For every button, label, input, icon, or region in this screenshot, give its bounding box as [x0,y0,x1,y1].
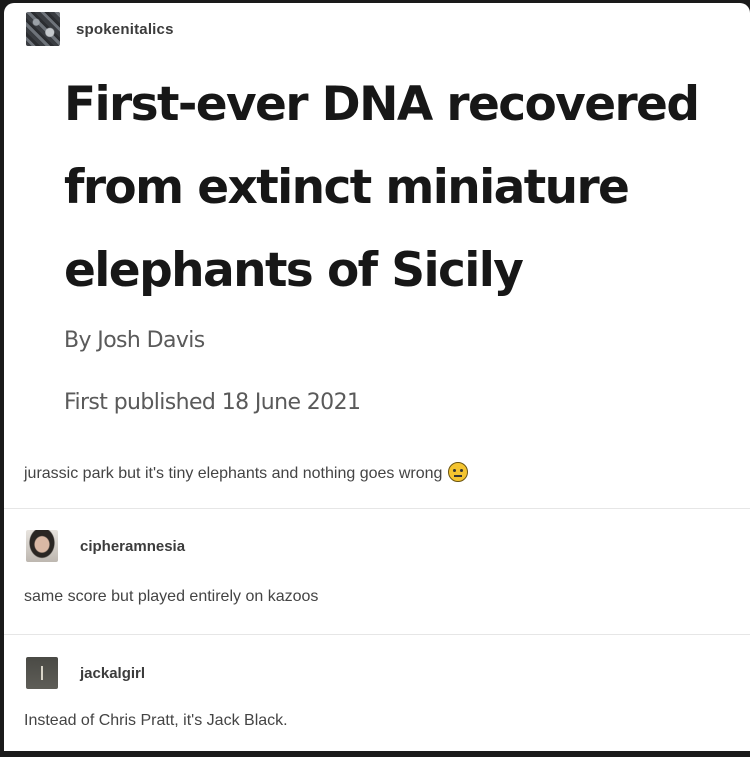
reply-text: Instead of Chris Pratt, it's Jack Black. [24,712,288,729]
divider [4,634,750,635]
article-byline: By Josh Davis [64,328,205,353]
post-caption: jurassic park but it's tiny elephants an… [24,462,469,483]
headline-line: elephants of Sicily [64,243,524,298]
reply-author-username[interactable]: cipheramnesia [80,538,185,555]
post-author-username[interactable]: spokenitalics [76,21,174,38]
reply-header: jackalgirl [26,657,145,689]
screenshot-frame: spokenitalics First-ever DNA recovered f… [0,0,750,757]
headline-line: First-ever DNA recovered [64,77,700,132]
avatar[interactable] [26,530,58,562]
avatar[interactable] [26,12,60,46]
reply-header: cipheramnesia [26,530,185,562]
avatar[interactable] [26,657,58,689]
divider [4,508,750,509]
post-card: spokenitalics First-ever DNA recovered f… [4,3,750,751]
headline-line: from extinct miniature [64,160,630,215]
post-caption-text: jurassic park but it's tiny elephants an… [24,465,443,482]
reply-text: same score but played entirely on kazoos [24,588,319,605]
post-header: spokenitalics [26,11,174,47]
reply-author-username[interactable]: jackalgirl [80,665,145,682]
article-headline: First-ever DNA recovered from extinct mi… [64,63,724,312]
screenshot-bottom-edge [0,751,750,757]
article-published-date: First published 18 June 2021 [64,390,361,415]
frowning-face-emoji-icon [448,462,469,482]
